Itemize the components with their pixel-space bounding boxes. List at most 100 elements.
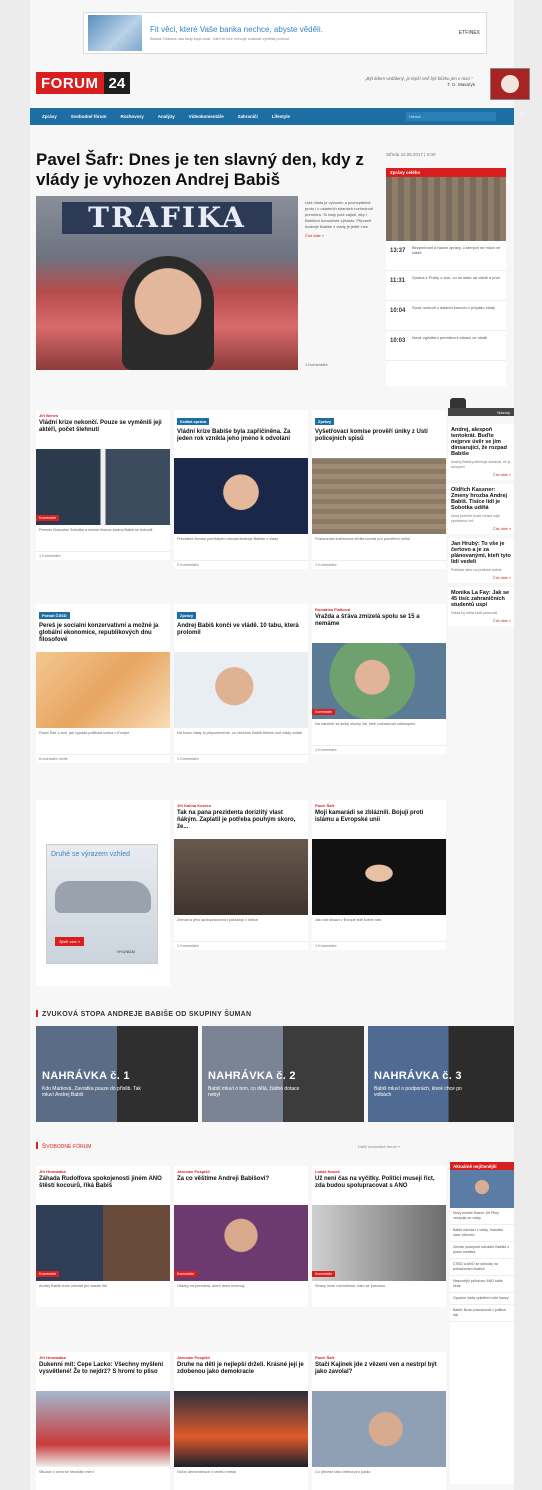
forum-card[interactable]: Jaroslav Pospíšil Za co věštíme Andreji … [174, 1166, 308, 1307]
article-image[interactable] [312, 839, 446, 915]
recording-card[interactable]: NAHRÁVKA č. 1 Kdo Marková, Zavrátka pouz… [36, 1026, 198, 1122]
article-category[interactable]: Pořadí ČSSD [39, 612, 70, 619]
article-title[interactable]: Vládní krize nekončí. Pouze se vyměnili … [36, 419, 170, 449]
search-icon[interactable]: ⌕ [520, 111, 524, 119]
article-image[interactable] [174, 458, 308, 534]
hero-title[interactable]: Pavel Šafr: Dnes je ten slavný den, kdy … [36, 150, 376, 190]
article-comments[interactable]: 1 Komentáře [312, 560, 446, 569]
article-category[interactable]: Jiří Hromádka [36, 1352, 170, 1361]
article-card[interactable]: Pavel Šafr Moji kamarádi se zbláznili. B… [312, 800, 446, 950]
article-image[interactable]: Komentáře [312, 643, 446, 719]
article-title[interactable]: Druhe na děti je nejlepší drželi. Krásné… [174, 1361, 308, 1391]
site-logo[interactable]: FORUM 24 [36, 72, 131, 94]
article-title[interactable]: Vyšetřovací komise prověří úniky z Ústí … [312, 428, 446, 458]
opinion-headline[interactable]: Oldřich Kassner: Zmeny hrozba Andrej Bab… [451, 487, 511, 511]
article-title[interactable]: Pereš je socialní konzervativní a možné … [36, 622, 170, 652]
article-image[interactable]: Komentáře [36, 449, 170, 525]
article-category[interactable]: Pavel Šafr [312, 800, 446, 809]
article-image[interactable] [174, 839, 308, 915]
article-category[interactable]: Jiří Hromádka [36, 1166, 170, 1175]
article-comments[interactable]: 1 Komentáře [312, 745, 446, 754]
hero-read-more[interactable]: Číst dále » [305, 233, 375, 239]
opinion-headline[interactable]: Andrej, alespoň tentokrát. Buďte nejprve… [451, 427, 511, 457]
most-read-item[interactable]: Babiš: Budu pokračovat v politice dál [450, 1305, 514, 1322]
recording-card[interactable]: NAHRÁVKA č. 2 Babiš mluví o tom, co dělá… [202, 1026, 364, 1122]
hero-comments[interactable]: 1 Komentáře [305, 362, 328, 367]
article-card[interactable]: Jiří Beneš Vládní krize nekončí. Pouze s… [36, 410, 170, 560]
latest-news-row[interactable]: 10:04 Soud rozhodl o dalších krocích v p… [386, 301, 506, 331]
article-comments[interactable]: Komentáře Jedle [36, 754, 170, 763]
opinion-item[interactable]: Jan Hrubý: To vše je čertovo a je za plá… [448, 538, 514, 583]
most-read-item[interactable]: Zeman podepsal odvolání Babiše z postu m… [450, 1242, 514, 1259]
forum-card[interactable]: Pavel Šafr Stačí Kajínek jde z vězení ve… [312, 1352, 446, 1490]
latest-news-row[interactable]: 11:31 Zpráva z Prahy o tom, co se stalo … [386, 271, 506, 301]
article-card[interactable]: Jiří Kalina Kucera Tak na pana prezident… [174, 800, 308, 950]
article-card[interactable]: Krátká zpráva Vládní krize Babiše byla z… [174, 410, 308, 569]
opinion-read-more[interactable]: Číst dále » [451, 576, 511, 580]
article-category[interactable]: Romanka Fialková [312, 604, 446, 613]
article-image[interactable] [312, 458, 446, 534]
article-image[interactable] [174, 652, 308, 728]
most-read-item[interactable]: ČSSD a ANO se dohodly na pokračování koa… [450, 1259, 514, 1276]
article-title[interactable]: Dukenní mít: Čepe Lacko: Všechny myšlení… [36, 1361, 170, 1391]
nav-item-lifestyle[interactable]: Lifestyle [272, 114, 290, 119]
article-title[interactable]: Moji kamarádi se zbláznili. Bojují proti… [312, 809, 446, 839]
article-title[interactable]: Andrej Babiš končí ve vládě. 10 tabu, kt… [174, 622, 308, 652]
nav-item-zahranici[interactable]: Zahraničí [238, 114, 258, 119]
nav-item-video[interactable]: Videokomentáře [189, 114, 224, 119]
car-ad[interactable]: Druhé se výrazem vzhled Zjistit více » H… [36, 800, 170, 986]
opinion-headline[interactable]: Monika La Fay: Jak se 45 tisíc zahraničn… [451, 590, 511, 608]
hero-image[interactable]: TRAFIKA [36, 196, 298, 370]
article-image[interactable]: Komentáře [174, 1205, 308, 1281]
nav-item-forum[interactable]: Svobodné fórum [71, 114, 107, 119]
article-card[interactable]: Pořadí ČSSD Pereš je socialní konzervati… [36, 604, 170, 763]
article-image[interactable] [174, 1391, 308, 1467]
most-read-item[interactable]: Babiš odchází z vlády, Sobotka slaví vít… [450, 1225, 514, 1242]
most-read-item[interactable]: Nejnovější průzkum: ANO stále vede [450, 1276, 514, 1293]
article-comments[interactable]: 2 Komentáře [174, 560, 308, 569]
article-image[interactable]: Komentáře [36, 1205, 170, 1281]
article-comments[interactable]: 1 Komentáře [174, 941, 308, 950]
article-title[interactable]: Vražda a šťáva zmizelá spolu se 15 a nem… [312, 613, 446, 643]
opinion-header[interactable]: Názory [448, 398, 514, 420]
search-input[interactable]: Hledat ... [406, 112, 496, 121]
article-category[interactable]: Pavel Šafr [312, 1352, 446, 1361]
article-category[interactable]: Zprávy [315, 418, 335, 425]
article-comments[interactable]: 1 Komentáře [36, 551, 170, 560]
article-category[interactable]: Krátká zpráva [177, 418, 210, 425]
article-card[interactable]: Zprávy Andrej Babiš končí ve vládě. 10 t… [174, 604, 308, 763]
nav-item-zpravy[interactable]: Zprávy [42, 114, 57, 119]
forum-card[interactable]: Lukáš Nosek Už není čas na vyčítky. Poli… [312, 1166, 446, 1307]
car-ad-cta[interactable]: Zjistit více » [55, 937, 85, 946]
latest-news-row[interactable]: 10:03 Nová vyjádření premiéra k situaci … [386, 331, 506, 361]
article-image[interactable] [36, 1391, 170, 1467]
nav-item-rozhovory[interactable]: Rozhovory [121, 114, 144, 119]
opinion-read-more[interactable]: Číst dále » [451, 527, 511, 531]
latest-news-image[interactable] [386, 177, 506, 241]
article-title[interactable]: Stačí Kajínek jde z vězení ven a nestrpí… [312, 1361, 446, 1391]
free-forum-more[interactable]: Další svobodné fórum » [358, 1144, 400, 1149]
article-image[interactable]: Komentáře [312, 1205, 446, 1281]
opinion-read-more[interactable]: Číst dále » [451, 619, 511, 623]
article-category[interactable]: Jaroslav Pospíšil [174, 1166, 308, 1175]
article-category[interactable]: Jaroslav Pospíšil [174, 1352, 308, 1361]
most-read-item[interactable]: Opozice žádá vyšetření celé kauzy [450, 1293, 514, 1305]
recording-card[interactable]: NAHRÁVKA č. 3 Babiš mluví o podporách, k… [368, 1026, 514, 1122]
article-image[interactable] [312, 1391, 446, 1467]
top-ad-banner[interactable]: Fit věci, které Vaše banka nechce, abyst… [83, 12, 487, 54]
opinion-headline[interactable]: Jan Hrubý: To vše je čertovo a je za plá… [451, 541, 511, 565]
article-title[interactable]: Už není čas na vyčítky. Politici musejí … [312, 1175, 446, 1205]
article-image[interactable] [36, 652, 170, 728]
article-title[interactable]: Vládní krize Babiše byla zapříčiněna. Za… [174, 428, 308, 458]
most-read-item[interactable]: Nový ministr financí Jiří Pilný vstupuje… [450, 1208, 514, 1225]
article-category[interactable]: Jiří Beneš [36, 410, 170, 419]
forum-card[interactable]: Jiří Hromádka Záhada Rudolfova spokojeno… [36, 1166, 170, 1307]
article-category[interactable]: Jiří Kalina Kucera [174, 800, 308, 809]
forum-card[interactable]: Jaroslav Pospíšil Druhe na děti je nejle… [174, 1352, 308, 1490]
opinion-item[interactable]: Oldřich Kassner: Zmeny hrozba Andrej Bab… [448, 484, 514, 534]
article-comments[interactable]: 1 Komentáře [312, 941, 446, 950]
latest-news-row[interactable]: 13:37 Bezpečnost a hlavní zprávy, o kter… [386, 241, 506, 271]
article-card[interactable]: Zprávy Vyšetřovací komise prověří úniky … [312, 410, 446, 569]
nav-item-analyzy[interactable]: Analýzy [158, 114, 175, 119]
opinion-item[interactable]: Andrej, alespoň tentokrát. Buďte nejprve… [448, 424, 514, 480]
